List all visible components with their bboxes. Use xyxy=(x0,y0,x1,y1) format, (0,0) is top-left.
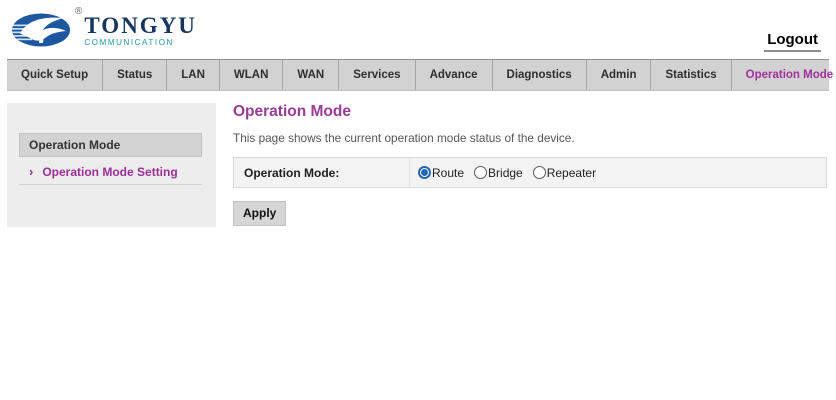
tongyu-bird-icon xyxy=(12,13,70,47)
apply-button[interactable]: Apply xyxy=(233,201,287,226)
nav-tab-services[interactable]: Services xyxy=(339,60,416,90)
radio-route-control[interactable] xyxy=(418,166,431,179)
nav-tab-lan[interactable]: LAN xyxy=(167,60,220,90)
radio-repeater-control[interactable] xyxy=(532,166,546,179)
chevron-right-icon: › xyxy=(29,164,34,179)
nav-tab-status[interactable]: Status xyxy=(103,60,168,90)
page-title: Operation Mode xyxy=(233,103,351,120)
radio-bridge-label: Bridge xyxy=(488,165,523,180)
sidebar: Operation Mode › Operation Mode Setting xyxy=(7,103,216,227)
nav-tab-diagnostics[interactable]: Diagnostics xyxy=(493,60,587,90)
nav-tab-wan[interactable]: WAN xyxy=(283,60,340,90)
sidebar-section-title: Operation Mode xyxy=(19,133,202,157)
logout-link[interactable]: Logout xyxy=(764,31,821,52)
registered-mark: ® xyxy=(75,6,83,17)
nav-tab-advance[interactable]: Advance xyxy=(416,60,493,90)
nav-tab-operation-mode[interactable]: Operation Mode xyxy=(732,60,836,90)
operation-mode-radio-group: Route Bridge Repeater xyxy=(410,158,606,187)
radio-route-label: Route xyxy=(432,165,465,180)
nav-tab-statistics[interactable]: Statistics xyxy=(651,60,732,90)
sidebar-item-label: Operation Mode Setting xyxy=(42,165,178,179)
page-description: This page shows the current operation mo… xyxy=(233,131,575,145)
brand-subtitle: COMMUNICATION xyxy=(84,38,174,47)
radio-option-route[interactable]: Route xyxy=(418,166,464,180)
radio-option-bridge[interactable]: Bridge xyxy=(474,166,523,180)
nav-tab-quick-setup[interactable]: Quick Setup xyxy=(7,60,104,90)
main-nav: Quick Setup Status LAN WLAN WAN Services… xyxy=(7,59,833,91)
radio-option-repeater[interactable]: Repeater xyxy=(532,165,597,180)
radio-bridge-control[interactable] xyxy=(474,166,488,179)
operation-mode-label: Operation Mode: xyxy=(234,158,410,187)
sidebar-item-operation-mode-setting[interactable]: › Operation Mode Setting xyxy=(29,165,178,179)
sidebar-divider xyxy=(19,184,202,185)
router-admin-page: ® TONGYU COMMUNICATION Logout Quick Setu… xyxy=(0,0,836,400)
brand-logo: ® TONGYU COMMUNICATION xyxy=(10,7,197,51)
nav-tab-wlan[interactable]: WLAN xyxy=(220,60,284,90)
operation-mode-row: Operation Mode: Route Bridge Repeater xyxy=(233,157,827,188)
nav-tab-admin[interactable]: Admin xyxy=(587,60,652,90)
brand-name: TONGYU xyxy=(84,13,197,38)
radio-repeater-label: Repeater xyxy=(546,165,597,180)
